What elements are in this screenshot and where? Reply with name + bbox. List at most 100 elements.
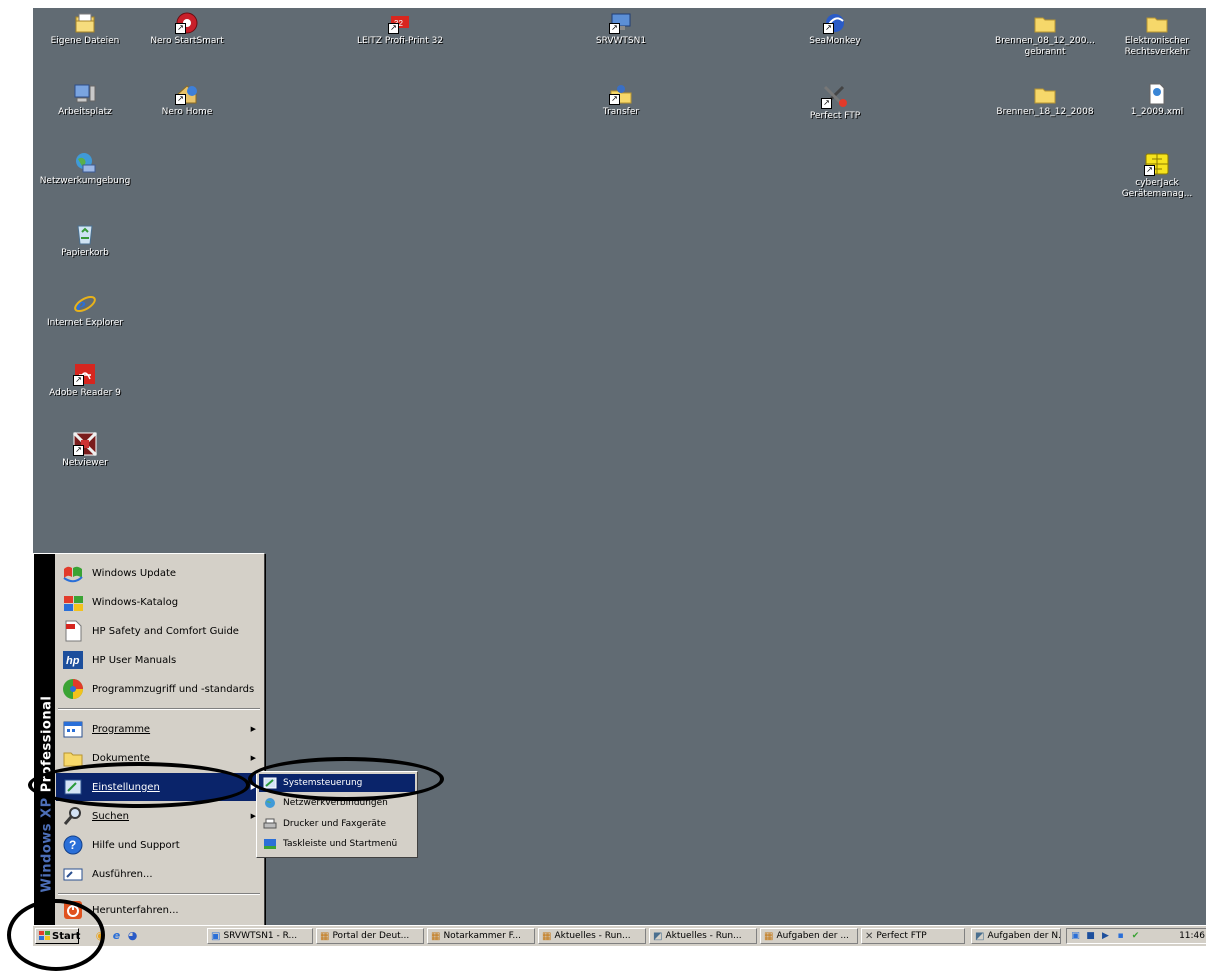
submenu-item-drucker-faxgeraete[interactable]: Drucker und Faxgeräte [259, 815, 415, 833]
folder-icon [1145, 12, 1169, 34]
desktop-icon-brennen-08[interactable]: Brennen_08_12_200... gebrannt [985, 12, 1105, 58]
shortcut-arrow-icon: ↗ [823, 23, 834, 34]
menu-item-hp-safety-guide[interactable]: HP Safety and Comfort Guide [56, 617, 262, 645]
shortcut-arrow-icon: ↗ [73, 375, 84, 386]
icon-label: Netzwerkumgebung [39, 176, 131, 186]
menu-item-label: Programme [92, 723, 151, 735]
recycle-bin-icon [73, 222, 97, 246]
menu-item-windows-katalog[interactable]: Windows-Katalog [56, 588, 262, 616]
submenu-arrow-icon: ▶ [250, 725, 256, 733]
seamonkey-icon: ↗ [823, 12, 847, 34]
tray-media-icon[interactable]: ▶ [1099, 931, 1112, 942]
run-icon [60, 862, 86, 886]
taskbar-button-label: Aufgaben der ... [776, 931, 849, 941]
pdf-document-icon [60, 619, 86, 643]
menu-item-windows-update[interactable]: Windows Update [56, 559, 262, 587]
desktop-icon-papierkorb[interactable]: Papierkorb [35, 222, 135, 259]
remote-desktop-icon: ↗ [609, 12, 633, 34]
adobe-reader-icon: ↗ [73, 362, 97, 386]
icon-label: LEITZ Profi-Print 32 [356, 36, 444, 46]
taskbar-button-aufgaben-2[interactable]: ◩ Aufgaben der N... [971, 928, 1061, 944]
shortcut-arrow-icon: ↗ [388, 23, 399, 34]
folder-icon [1033, 83, 1057, 105]
icon-label: Netviewer [62, 458, 108, 468]
desktop-icon-adobe-reader[interactable]: ↗ Adobe Reader 9 [35, 362, 135, 399]
leitz-icon: 32 ↗ [388, 12, 412, 34]
icon-label: Transfer [602, 107, 640, 117]
taskbar-button-label: Portal der Deut... [332, 931, 410, 941]
desktop-icon-elektronischer-rechtsverkehr[interactable]: Elektronischer Rechtsverkehr [1107, 12, 1206, 58]
taskbar-button-srvwtsn1[interactable]: ▣ SRVWTSN1 - R... [207, 928, 313, 944]
desktop-icon-transfer[interactable]: ↗ Transfer [571, 83, 671, 118]
desktop-icon-eigene-dateien[interactable]: Eigene Dateien [35, 12, 135, 47]
desktop-icon-internet-explorer[interactable]: e Internet Explorer [35, 292, 135, 329]
clock[interactable]: 11:46 [1179, 931, 1205, 941]
desktop-icon-brennen-18[interactable]: Brennen_18_12_2008 [985, 83, 1105, 118]
desktop-icon-nero-home[interactable]: ↗ Nero Home [137, 83, 237, 118]
internet-explorer-icon: e [73, 292, 97, 317]
network-connections-icon [262, 796, 278, 810]
desktop-icon-cyberjack[interactable]: ↗ cyberJack Gerätemanag... [1107, 152, 1206, 200]
quicklaunch-internet-explorer-icon[interactable]: e [109, 929, 124, 943]
icon-label: Papierkorb [61, 248, 109, 258]
banner-os-name: Windows XP [39, 797, 55, 893]
search-icon [60, 804, 86, 828]
desktop-icon-netviewer[interactable]: ↗ Netviewer [35, 431, 135, 469]
menu-item-label: Windows-Katalog [92, 596, 179, 608]
submenu-item-label: Drucker und Faxgeräte [283, 819, 386, 829]
annotation-circle-einstellungen [28, 762, 250, 808]
submenu-item-taskleiste-startmenue[interactable]: Taskleiste und Startmenü [259, 835, 415, 853]
menu-item-hp-user-manuals[interactable]: hp HP User Manuals [56, 646, 262, 674]
icon-label: Elektronischer Rechtsverkehr [1124, 36, 1190, 57]
desktop-icon-nero-startsmart[interactable]: ↗ Nero StartSmart [137, 12, 237, 47]
my-documents-icon [73, 12, 97, 34]
desktop-icon-netzwerkumgebung[interactable]: Netzwerkumgebung [35, 152, 135, 187]
menu-item-hilfe-support[interactable]: ? Hilfe und Support [56, 831, 262, 859]
menu-item-ausfuehren[interactable]: Ausführen... [56, 860, 262, 888]
shortcut-arrow-icon: ↗ [1144, 165, 1155, 176]
menu-item-label: HP User Manuals [92, 654, 177, 666]
taskbar-button-portal[interactable]: ▦ Portal der Deut... [316, 928, 424, 944]
browser-page-icon: ▦ [431, 930, 441, 942]
tray-monitor-icon[interactable]: ▪ [1114, 931, 1127, 942]
taskbar-button-aktuelles-1[interactable]: ▦ Aktuelles - Run... [538, 928, 646, 944]
desktop-icon-xml-file[interactable]: 1_2009.xml [1107, 83, 1206, 118]
taskbar-button-perfect-ftp[interactable]: ✕ Perfect FTP [861, 928, 965, 944]
menu-separator [58, 708, 260, 710]
xml-file-icon [1145, 83, 1169, 105]
annotation-circle-systemsteuerung [248, 757, 444, 801]
desktop-icon-srvwtsn1[interactable]: ↗ SRVWTSN1 [571, 12, 671, 47]
shortcut-arrow-icon: ↗ [175, 94, 186, 105]
icon-label: SeaMonkey [809, 36, 861, 46]
shortcut-arrow-icon: ↗ [821, 98, 832, 109]
menu-item-programmzugriff[interactable]: Programmzugriff und -standards [56, 675, 262, 703]
tray-network-icon[interactable]: ▣ [1069, 931, 1082, 942]
printer-icon [262, 817, 278, 831]
browser-page-icon: ▦ [320, 930, 330, 942]
annotation-circle-start [7, 899, 105, 971]
windows-catalog-icon [60, 590, 86, 614]
icon-label: 1_2009.xml [1130, 107, 1184, 117]
submenu-arrow-icon: ▶ [250, 754, 256, 762]
taskbar-button-aktuelles-2[interactable]: ◩ Aktuelles - Run... [649, 928, 757, 944]
taskbar-button-notarkammer[interactable]: ▦ Notarkammer F... [427, 928, 535, 944]
menu-item-programme[interactable]: Programme ▶ [56, 715, 262, 743]
desktop-icon-perfect-ftp[interactable]: ↗ Perfect FTP [785, 83, 885, 122]
tray-security-icon[interactable]: ✔ [1129, 931, 1142, 942]
taskbar-button-label: Aktuelles - Run... [665, 931, 742, 941]
desktop-icon-seamonkey[interactable]: ↗ SeaMonkey [785, 12, 885, 47]
chip-card-icon: ↗ [1144, 152, 1170, 176]
help-icon: ? [60, 833, 86, 857]
shortcut-arrow-icon: ↗ [73, 445, 84, 456]
window-icon: ◩ [653, 930, 663, 942]
ftp-icon: ↗ [821, 83, 849, 109]
quicklaunch-seamonkey-icon[interactable]: ◕ [125, 929, 140, 943]
desktop-icon-arbeitsplatz[interactable]: Arbeitsplatz [35, 83, 135, 118]
tray-app-icon[interactable]: ■ [1084, 931, 1097, 942]
icon-label: SRVWTSN1 [595, 36, 647, 46]
taskbar-button-aufgaben-1[interactable]: ▦ Aufgaben der ... [760, 928, 858, 944]
menu-item-label: Herunterfahren... [92, 904, 179, 916]
desktop-icon-leitz[interactable]: 32 ↗ LEITZ Profi-Print 32 [345, 12, 455, 47]
submenu-item-label: Taskleiste und Startmenü [283, 839, 398, 849]
browser-page-icon: ▦ [542, 930, 552, 942]
